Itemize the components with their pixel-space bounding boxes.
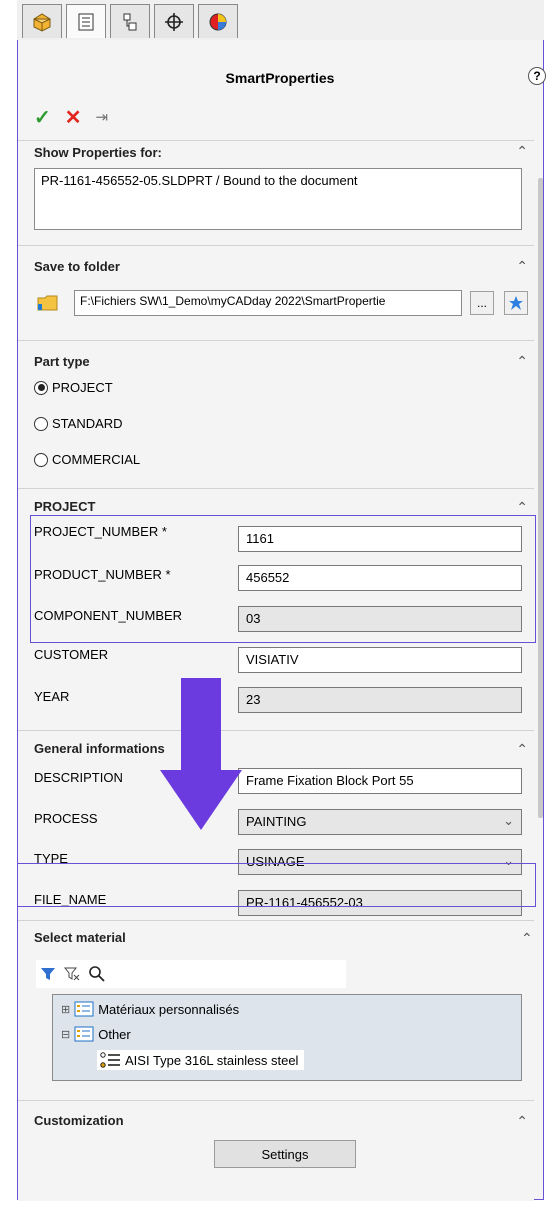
general-title: General informations <box>34 741 165 756</box>
material-library-icon <box>74 1026 94 1042</box>
material-toolbar <box>36 960 346 988</box>
project-title: PROJECT <box>34 499 96 514</box>
radio-label: STANDARD <box>52 416 123 431</box>
panel-title: SmartProperties <box>225 70 335 86</box>
expand-icon[interactable]: ⊞ <box>61 1003 70 1016</box>
collapse-icon[interactable]: ⌃ <box>516 258 528 275</box>
description-label: DESCRIPTION <box>34 770 123 785</box>
process-select-value: PAINTING <box>246 814 307 829</box>
tab-display-manager[interactable] <box>198 4 238 38</box>
collapse-icon[interactable]: ⌃ <box>516 1113 528 1130</box>
process-label: PROCESS <box>34 811 98 826</box>
down-arrow-annotation <box>181 678 221 773</box>
radio-unselected-icon <box>34 452 48 467</box>
manager-tab-strip <box>17 0 544 40</box>
help-icon[interactable]: ? <box>528 67 546 85</box>
cancel-icon[interactable]: ✕ <box>65 105 82 130</box>
folder-path-input[interactable]: F:\Fichiers SW\1_Demo\myCADday 2022\Smar… <box>74 290 462 316</box>
feature-manager-icon <box>33 12 51 32</box>
dimxpert-icon <box>165 12 183 31</box>
tree-node-label: Other <box>98 1026 131 1042</box>
action-bar: ✓ ✕ ⇥ <box>34 105 108 129</box>
tab-property-manager[interactable] <box>66 4 106 38</box>
property-manager-icon <box>78 13 94 30</box>
collapse-icon[interactable]: ⌃ <box>516 353 528 370</box>
filter-icon[interactable] <box>40 966 56 982</box>
material-library-icon <box>74 1001 94 1017</box>
tree-node[interactable]: ⊞ Matériaux personnalisés <box>61 1001 239 1017</box>
radio-unselected-icon <box>34 416 48 431</box>
bound-document-field[interactable]: PR-1161-456552-05.SLDPRT / Bound to the … <box>34 168 522 230</box>
tab-feature-manager[interactable] <box>22 4 62 38</box>
customization-title: Customization <box>34 1113 124 1128</box>
folder-icon <box>37 292 59 312</box>
display-manager-icon <box>209 13 227 30</box>
filter-clear-icon[interactable] <box>64 966 80 982</box>
radio-commercial[interactable]: COMMERCIAL <box>34 452 140 467</box>
tree-node-selected[interactable]: AISI Type 316L stainless steel <box>97 1050 305 1070</box>
chevron-down-icon: ⌄ <box>503 813 514 828</box>
tab-dimxpert[interactable] <box>154 4 194 38</box>
collapse-icon[interactable]: ⊟ <box>61 1028 70 1041</box>
highlight-box <box>30 515 536 643</box>
ok-icon[interactable]: ✓ <box>34 105 51 130</box>
description-input[interactable]: Frame Fixation Block Port 55 <box>238 768 522 794</box>
collapse-icon[interactable]: ⌃ <box>521 930 540 947</box>
collapse-icon[interactable]: ⌃ <box>516 143 528 160</box>
save-folder-title: Save to folder <box>34 259 120 274</box>
process-select[interactable]: PAINTING ⌄ <box>238 809 522 835</box>
pin-star-icon <box>509 296 523 310</box>
tree-node-label: Matériaux personnalisés <box>98 1001 240 1017</box>
radio-selected-icon <box>34 380 48 395</box>
configuration-manager-icon <box>123 13 137 30</box>
down-arrow-head <box>160 770 242 830</box>
tree-node-label: AISI Type 316L stainless steel <box>125 1052 299 1068</box>
year-label: YEAR <box>34 689 70 704</box>
search-icon[interactable] <box>88 965 106 983</box>
material-title: Select material <box>34 930 126 945</box>
radio-label: PROJECT <box>52 380 113 395</box>
customer-label: CUSTOMER <box>34 647 109 662</box>
tab-configuration-manager[interactable] <box>110 4 150 38</box>
year-input: 23 <box>238 687 522 713</box>
browse-folder-button[interactable]: ... <box>470 291 494 315</box>
radio-label: COMMERCIAL <box>52 452 141 467</box>
customer-input[interactable]: VISIATIV <box>238 647 522 673</box>
highlight-box <box>17 863 536 907</box>
radio-project[interactable]: PROJECT <box>34 380 113 395</box>
part-type-title: Part type <box>34 354 90 369</box>
pin-icon[interactable]: ⇥ <box>96 108 109 126</box>
scrollbar[interactable] <box>538 178 543 818</box>
favorite-folder-button[interactable] <box>504 291 528 315</box>
material-tree[interactable]: ⊞ Matériaux personnalisés ⊟ Other AISI T… <box>52 994 522 1081</box>
show-properties-title: Show Properties for: <box>34 145 162 160</box>
tree-node[interactable]: ⊟ Other <box>61 1026 131 1042</box>
collapse-icon[interactable]: ⌃ <box>516 499 528 516</box>
collapse-icon[interactable]: ⌃ <box>516 741 528 758</box>
material-item-icon <box>100 1052 120 1068</box>
radio-standard[interactable]: STANDARD <box>34 416 123 431</box>
settings-button[interactable]: Settings <box>214 1140 356 1168</box>
